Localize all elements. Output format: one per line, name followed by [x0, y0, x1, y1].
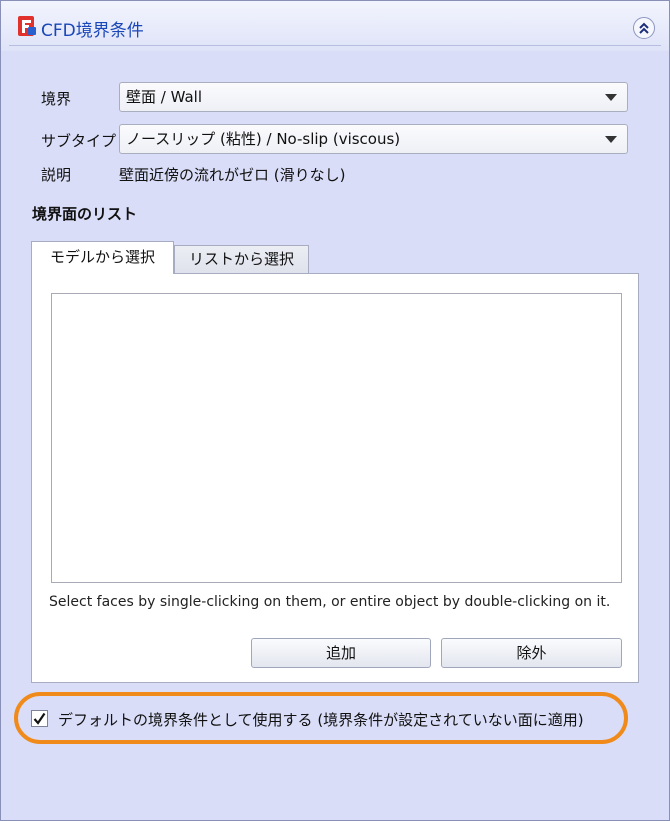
tab-panel: Select faces by single-clicking on them,… — [31, 273, 639, 683]
boundary-type-select[interactable]: 壁面 / Wall — [119, 82, 628, 112]
double-chevron-up-icon — [639, 22, 649, 34]
boundary-type-value: 壁面 / Wall — [126, 88, 202, 106]
panel-title: CFD境界条件 — [41, 21, 144, 41]
highlight-ellipse — [14, 692, 628, 744]
add-button[interactable]: 追加 — [251, 638, 431, 668]
titlebar-divider — [9, 45, 661, 46]
tab-select-from-model[interactable]: モデルから選択 — [31, 241, 174, 274]
tab-select-from-list[interactable]: リストから選択 — [174, 245, 309, 273]
collapse-panel-button[interactable] — [633, 17, 655, 39]
task-panel: CFD境界条件 境界 壁面 / Wall サブタイプ ノースリップ (粘性) /… — [0, 0, 670, 821]
subtype-select[interactable]: ノースリップ (粘性) / No-slip (viscous) — [119, 124, 628, 154]
dropdown-arrow-icon — [605, 94, 617, 101]
boundary-label: 境界 — [41, 90, 72, 108]
remove-button[interactable]: 除外 — [441, 638, 622, 668]
panel-titlebar: CFD境界条件 — [1, 1, 669, 51]
selection-hint: Select faces by single-clicking on them,… — [49, 594, 611, 610]
description-label: 説明 — [41, 166, 72, 184]
face-list-section-title: 境界面のリスト — [32, 205, 138, 223]
selected-faces-list[interactable] — [51, 293, 622, 583]
freecad-logo-icon — [17, 15, 37, 37]
subtype-value: ノースリップ (粘性) / No-slip (viscous) — [126, 130, 401, 148]
description-value: 壁面近傍の流れがゼロ (滑りなし) — [119, 166, 346, 184]
subtype-label: サブタイプ — [41, 132, 117, 150]
dropdown-arrow-icon — [605, 136, 617, 143]
